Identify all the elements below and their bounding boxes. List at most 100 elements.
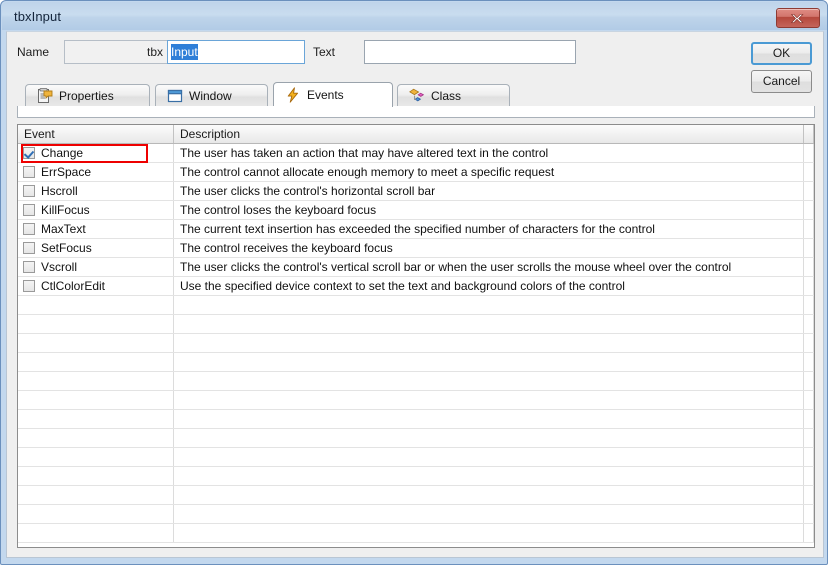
ok-button[interactable]: OK [751,42,812,65]
name-prefix-field[interactable] [64,40,168,64]
name-input[interactable]: Input [167,40,305,64]
grid-cell-description: The control loses the keyboard focus [174,201,804,219]
window-frame-icon [167,89,183,103]
grid-cell-event: Vscroll [18,258,174,276]
grid-cell-event: MaxText [18,220,174,238]
table-row[interactable]: KillFocus The control loses the keyboard … [18,201,814,220]
name-input-selected-text: Input [171,44,198,60]
grid-cell-empty [804,448,814,466]
table-row-empty[interactable] [18,448,814,467]
table-row[interactable]: CtlColorEdit Use the specified device con… [18,277,814,296]
checkbox-unchecked-icon[interactable] [23,280,35,292]
table-row-empty[interactable] [18,467,814,486]
tab-class[interactable]: Class [397,84,510,107]
table-row[interactable]: Change The user has taken an action that … [18,144,814,163]
grid-cell-extra [804,277,814,295]
checkbox-unchecked-icon[interactable] [23,204,35,216]
checkbox-unchecked-icon[interactable] [23,166,35,178]
tab-strip: Properties Window Events Class [17,82,815,107]
table-row-empty[interactable] [18,486,814,505]
name-label: Name [17,45,50,59]
checkbox-unchecked-icon[interactable] [23,185,35,197]
grid-cell-description: The control cannot allocate enough memor… [174,163,804,181]
table-row-empty[interactable] [18,410,814,429]
table-row-empty[interactable] [18,296,814,315]
tab-events-label: Events [307,88,344,102]
grid-cell-empty [804,296,814,314]
grid-cell-empty [804,353,814,371]
window-title: tbxInput [14,8,62,24]
tab-window-label: Window [189,89,232,103]
grid-cell-empty [18,429,174,447]
grid-cell-empty [174,429,804,447]
checkbox-checked-icon[interactable] [23,147,35,159]
grid-cell-empty [174,410,804,428]
table-row-empty[interactable] [18,372,814,391]
text-input[interactable] [364,40,576,64]
table-row-empty[interactable] [18,505,814,524]
table-row-empty[interactable] [18,334,814,353]
grid-cell-extra [804,182,814,200]
grid-cell-description: Use the specified device context to set … [174,277,804,295]
grid-cell-empty [804,486,814,504]
grid-cell-empty [18,315,174,333]
grid-cell-empty [18,505,174,523]
grid-cell-extra [804,258,814,276]
grid-cell-empty [174,486,804,504]
tab-properties-label: Properties [59,89,114,103]
table-row[interactable]: ErrSpace The control cannot allocate enou… [18,163,814,182]
form-field-row: Name Input Text [7,32,823,74]
checkbox-unchecked-icon[interactable] [23,261,35,273]
grid-cell-empty [18,372,174,390]
table-row[interactable]: MaxText The current text insertion has ex… [18,220,814,239]
grid-cell-description: The current text insertion has exceeded … [174,220,804,238]
grid-cell-empty [18,524,174,542]
grid-cell-empty [18,448,174,466]
table-row-empty[interactable] [18,315,814,334]
tab-properties[interactable]: Properties [25,84,150,107]
grid-header-extra[interactable] [804,125,814,143]
grid-cell-extra [804,239,814,257]
tab-window[interactable]: Window [155,84,268,107]
grid-cell-event: Hscroll [18,182,174,200]
grid-cell-empty [174,353,804,371]
grid-cell-extra [804,220,814,238]
table-row[interactable]: SetFocus The control receives the keyboar… [18,239,814,258]
grid-cell-description: The control receives the keyboard focus [174,239,804,257]
checkbox-unchecked-icon[interactable] [23,242,35,254]
tab-content-strip [17,106,815,118]
events-grid: Event Description Change The user has tak… [17,124,815,548]
grid-cell-empty [18,467,174,485]
table-row[interactable]: Vscroll The user clicks the control's ver… [18,258,814,277]
table-row-empty[interactable] [18,429,814,448]
grid-cell-empty [174,334,804,352]
grid-cell-description: The user has taken an action that may ha… [174,144,804,162]
tab-active-seam [264,106,382,108]
grid-cell-extra [804,144,814,162]
grid-cell-empty [18,486,174,504]
grid-cell-event: ErrSpace [18,163,174,181]
grid-cell-empty [804,372,814,390]
grid-header-event[interactable]: Event [18,125,174,143]
grid-cell-event: SetFocus [18,239,174,257]
event-name-label: Vscroll [41,260,78,274]
table-row-empty[interactable] [18,524,814,543]
grid-cell-empty [174,315,804,333]
event-name-label: Hscroll [41,184,78,198]
tab-events[interactable]: Events [273,82,393,107]
checkbox-unchecked-icon[interactable] [23,223,35,235]
table-row-empty[interactable] [18,391,814,410]
grid-cell-empty [804,505,814,523]
event-name-label: KillFocus [41,203,90,217]
grid-cell-empty [174,524,804,542]
properties-clipboard-icon [38,88,53,103]
grid-cell-description: The user clicks the control's horizontal… [174,182,804,200]
grid-header-description[interactable]: Description [174,125,804,143]
grid-cell-empty [18,391,174,409]
table-row-empty[interactable] [18,353,814,372]
table-row[interactable]: Hscroll The user clicks the control's hor… [18,182,814,201]
dialog-window: tbxInput Name Input Text OK Cancel [0,0,828,565]
event-name-label: MaxText [41,222,86,236]
grid-cell-empty [174,372,804,390]
close-button[interactable] [776,8,820,28]
